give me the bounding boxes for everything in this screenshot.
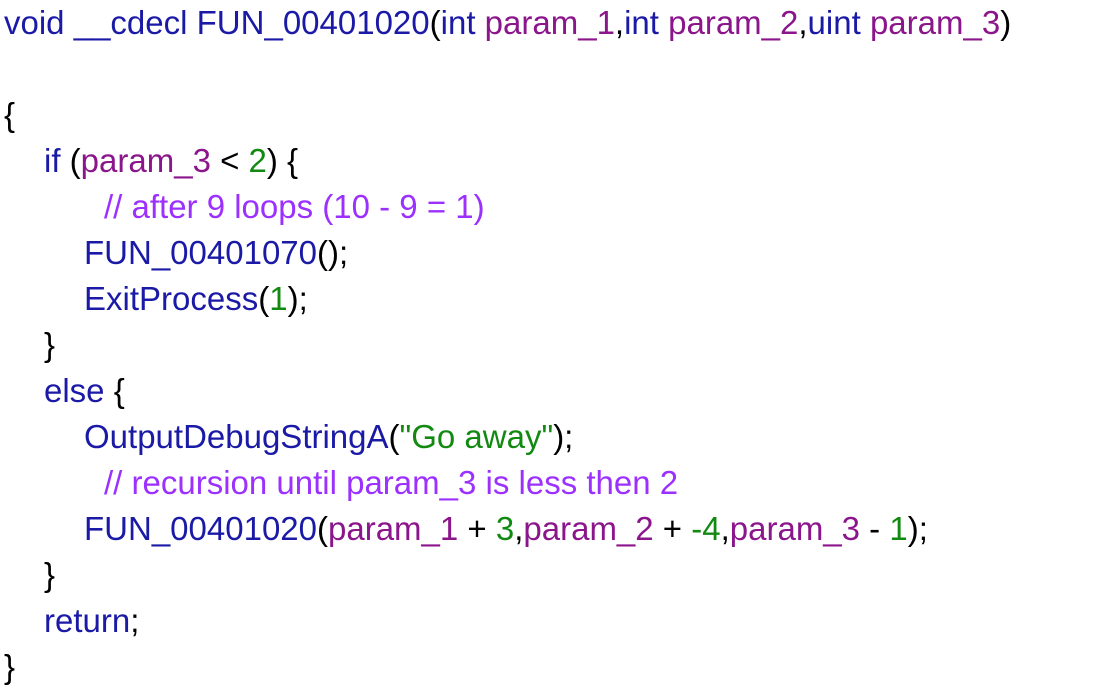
code-line: void __cdecl FUN_00401020(int param_1,in… [4,0,1011,46]
number-literal-token: 1 [889,510,908,547]
variable-token: param_1 [328,510,459,547]
punctuation-token: ); [553,418,574,455]
comment-token: // recursion until param_3 is less then … [104,464,679,501]
punctuation-token: } [44,326,56,363]
function-name-token: FUN_00401070 [84,234,317,271]
variable-token: param_3 [729,510,861,547]
comment-token: // after 9 loops (10 - 9 = 1) [104,188,485,225]
punctuation-token: ; [130,602,140,639]
code-line: if (param_3 < 2) { [44,138,298,184]
number-literal-token: 2 [248,142,267,179]
code-line: // after 9 loops (10 - 9 = 1) [104,184,485,230]
keyword-token: int [624,4,659,41]
variable-token: param_1 [484,4,615,41]
decompiler-code-view[interactable]: void __cdecl FUN_00401020(int param_1,in… [0,0,1110,696]
operator-token: < [210,142,249,179]
number-literal-token: 1 [269,280,288,317]
punctuation-token: , [720,510,730,547]
punctuation-token: ) [1000,4,1012,41]
code-line: FUN_00401070(); [84,230,348,276]
code-line: return; [44,598,139,644]
keyword-token: uint [807,4,861,41]
punctuation-token: ); [287,280,308,317]
keyword-token: return [44,602,131,639]
variable-token: param_2 [668,4,799,41]
code-line: ExitProcess(1); [84,276,308,322]
code-line: OutputDebugStringA("Go away"); [84,414,573,460]
code-line: } [4,644,15,690]
punctuation-token: , [798,4,808,41]
operator-token: - [860,510,890,547]
punctuation-token: ( [69,142,81,179]
code-line: { [4,92,15,138]
keyword-token: if [44,142,61,179]
operator-token: + [458,510,496,547]
keyword-token: int [440,4,476,41]
keyword-token: else [44,372,105,409]
variable-token: param_3 [80,142,211,179]
punctuation-token: ( [429,4,441,41]
code-line: else { [44,368,125,414]
operator-token: + [653,510,692,547]
keyword-token: void [4,4,65,41]
punctuation-token: ( [258,280,270,317]
variable-token: param_2 [523,510,654,547]
punctuation-token: ( [388,418,400,455]
function-name-token: FUN_00401020 [84,510,317,547]
code-line: FUN_00401020(param_1 + 3,param_2 + -4,pa… [84,506,928,552]
punctuation-token: } [44,556,56,593]
variable-token: param_3 [869,4,1001,41]
punctuation-token: ) { [266,142,299,179]
punctuation-token: , [514,510,524,547]
code-line: } [44,322,55,368]
punctuation-token: (); [317,234,349,271]
punctuation-token: { [104,372,125,409]
function-name-token: OutputDebugStringA [84,418,389,455]
string-literal-token: "Go away" [399,418,554,455]
keyword-token: __cdecl [73,4,188,41]
number-literal-token: 3 [495,510,515,547]
punctuation-token: ); [907,510,928,547]
punctuation-token: , [614,4,625,41]
punctuation-token: { [4,96,16,133]
punctuation-token: } [4,648,16,685]
function-name-token: FUN_00401020 [196,4,430,41]
function-name-token: ExitProcess [84,280,259,317]
punctuation-token: ( [317,510,328,547]
code-line: } [44,552,55,598]
number-literal-token: -4 [691,510,721,547]
code-line: // recursion until param_3 is less then … [104,460,678,506]
